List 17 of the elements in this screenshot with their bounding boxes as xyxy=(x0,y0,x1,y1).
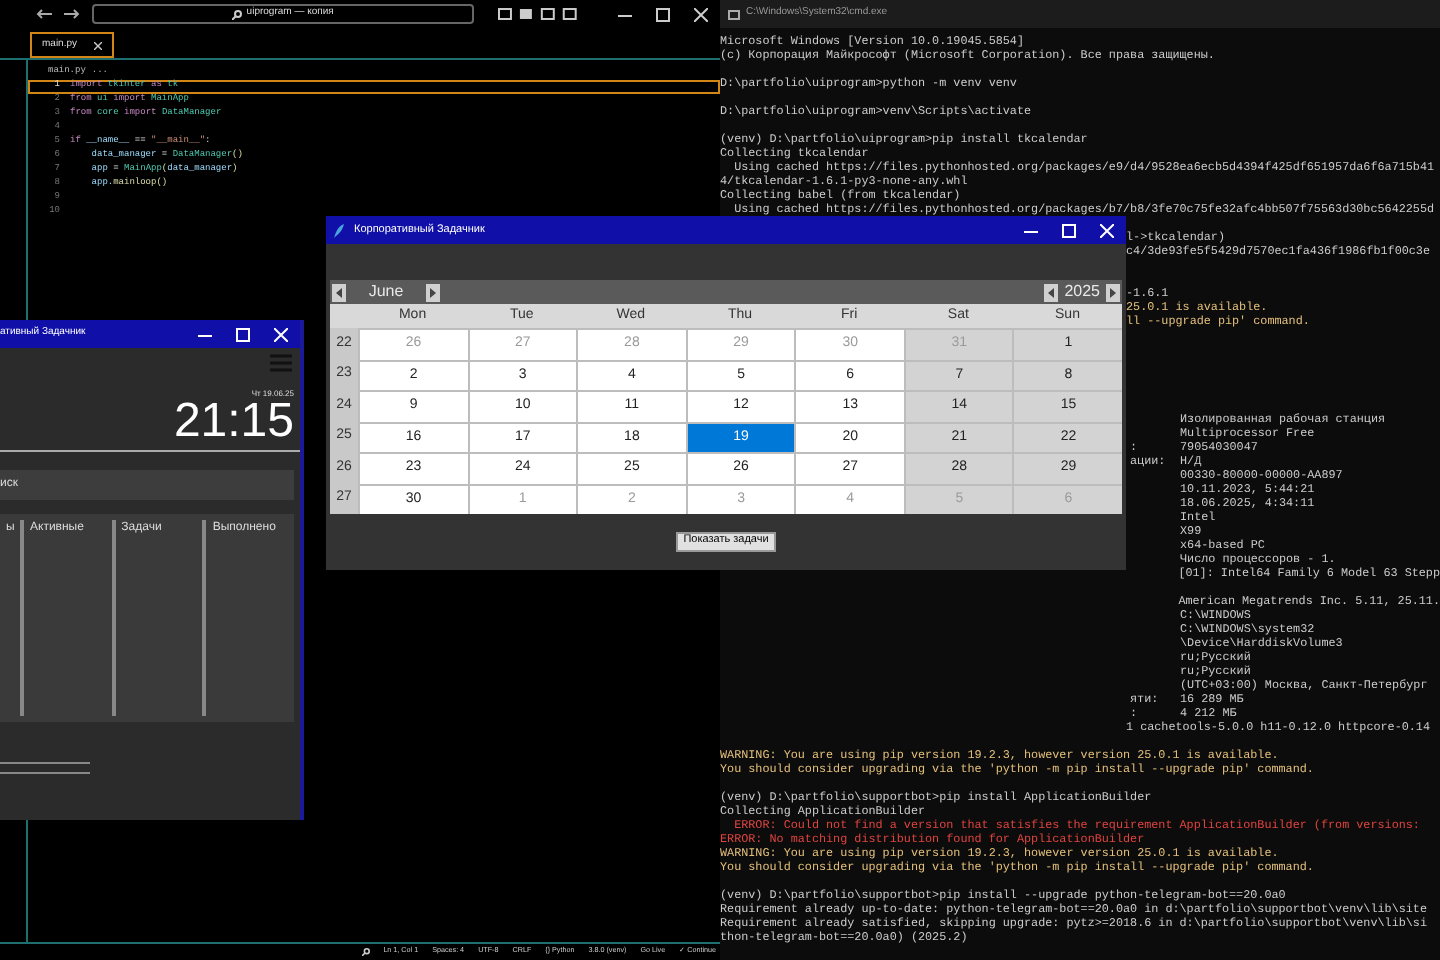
back-arrow-icon[interactable] xyxy=(36,8,52,20)
close-icon[interactable] xyxy=(694,7,708,21)
month-label: June xyxy=(366,280,406,304)
feather-icon xyxy=(334,223,346,237)
previous-arrow-icon[interactable] xyxy=(332,283,346,301)
close-icon[interactable] xyxy=(93,41,102,49)
clock: 21:15 xyxy=(173,400,294,444)
search-icon xyxy=(232,9,243,19)
search-icon[interactable] xyxy=(361,948,370,956)
next-arrow-icon[interactable] xyxy=(1106,283,1120,301)
layout-icon[interactable] xyxy=(498,8,579,20)
forward-arrow-icon[interactable] xyxy=(63,8,80,20)
maximize-icon[interactable] xyxy=(656,7,670,21)
previous-arrow-icon[interactable] xyxy=(1044,283,1059,301)
console-icon xyxy=(728,9,740,19)
next-arrow-icon[interactable] xyxy=(426,283,440,301)
year-label: 2025 xyxy=(1062,280,1102,304)
